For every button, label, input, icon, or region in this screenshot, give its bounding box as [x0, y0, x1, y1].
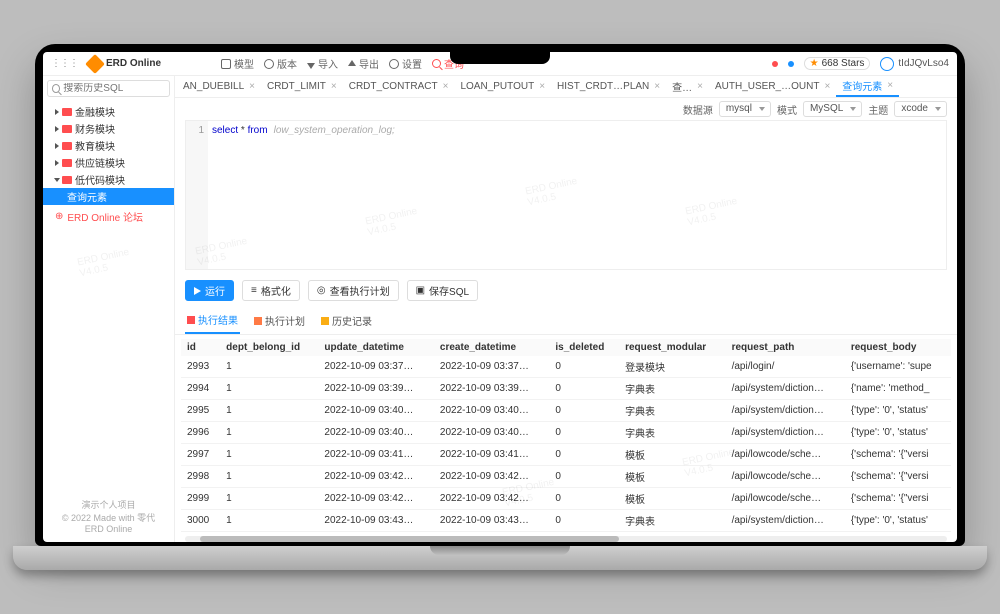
github-stars[interactable]: ★668 Stars [804, 57, 871, 70]
horizontal-scrollbar[interactable] [185, 536, 947, 542]
search-input[interactable] [63, 83, 165, 94]
sidebar-item-accounting[interactable]: 财务模块 [43, 120, 174, 137]
mode-select[interactable]: MySQL [803, 101, 862, 117]
tab-5[interactable]: 查…× [666, 76, 709, 97]
table-row[interactable]: 299912022-10-09 03:42…2022-10-09 03:42…0… [181, 488, 951, 510]
editor-tabs: AN_DUEBILL×CRDT_LIMIT×CRDT_CONTRACT×LOAN… [175, 76, 957, 98]
brand-name: ERD Online [106, 58, 161, 69]
col-id[interactable]: id [181, 339, 220, 356]
sidebar-item-query-elements[interactable]: 查询元素 [43, 188, 174, 205]
tb-model[interactable]: 模型 [221, 56, 254, 71]
theme-label: 主题 [868, 102, 888, 117]
table-row[interactable]: 300112022-10-09 03:44…2022-10-09 03:44…0… [181, 532, 951, 535]
format-button[interactable]: ≡格式化 [242, 280, 300, 301]
import-icon [307, 63, 315, 69]
explain-button[interactable]: ◎查看执行计划 [308, 280, 399, 301]
col-request_body[interactable]: request_body [845, 339, 951, 356]
search-icon [52, 84, 60, 93]
link-icon: ⊕ [55, 211, 63, 222]
result-table: iddept_belong_idupdate_datetimecreate_da… [181, 339, 951, 534]
sidebar-footer: 演示个人项目 © 2022 Made with 零代 ERD Online [43, 492, 174, 542]
sidebar-item-lowcode[interactable]: 低代码模块 [43, 171, 174, 188]
col-dept_belong_id[interactable]: dept_belong_id [220, 339, 318, 356]
scrollbar-thumb[interactable] [200, 536, 619, 542]
gear-icon [389, 59, 399, 69]
avatar-icon [880, 57, 894, 71]
close-icon[interactable]: × [654, 81, 660, 92]
theme-select[interactable]: xcode [894, 101, 947, 117]
folder-icon [62, 176, 72, 184]
code-line: select * from low_system_operation_log; [186, 121, 946, 136]
folder-icon [62, 108, 72, 116]
close-icon[interactable]: × [249, 81, 255, 92]
format-icon: ≡ [251, 285, 257, 296]
col-update_datetime[interactable]: update_datetime [318, 339, 433, 356]
close-icon[interactable]: × [824, 81, 830, 92]
sql-history-search[interactable] [47, 80, 170, 97]
tb-export[interactable]: 导出 [348, 56, 379, 71]
model-icon [221, 59, 231, 69]
plan-icon [254, 317, 262, 325]
close-icon[interactable]: × [887, 80, 893, 91]
sidebar-item-education[interactable]: 教育模块 [43, 137, 174, 154]
tab-0[interactable]: AN_DUEBILL× [177, 76, 261, 97]
tb-settings[interactable]: 设置 [389, 56, 422, 71]
logo-icon [85, 54, 105, 74]
result-icon [187, 316, 195, 324]
eye-icon: ◎ [317, 285, 326, 296]
play-icon [194, 287, 201, 295]
tab-history[interactable]: 历史记录 [319, 307, 374, 334]
col-request_modular[interactable]: request_modular [619, 339, 726, 356]
status-dot-red[interactable] [772, 61, 778, 67]
table-row[interactable]: 300012022-10-09 03:43…2022-10-09 03:43…0… [181, 510, 951, 532]
table-row[interactable]: 299812022-10-09 03:42…2022-10-09 03:42…0… [181, 466, 951, 488]
search-icon [432, 59, 441, 68]
col-request_path[interactable]: request_path [726, 339, 845, 356]
save-icon: ▣ [416, 285, 425, 296]
tb-import[interactable]: 导入 [307, 56, 338, 71]
brand-logo: ERD Online [88, 57, 161, 71]
tab-1[interactable]: CRDT_LIMIT× [261, 76, 343, 97]
forum-link[interactable]: ⊕ERD Online 论坛 [43, 205, 174, 228]
table-row[interactable]: 299612022-10-09 03:40…2022-10-09 03:40…0… [181, 422, 951, 444]
user-menu[interactable]: tIdJQvLso4 [880, 57, 949, 71]
line-number: 1 [186, 125, 204, 136]
datasource-select[interactable]: mysql [719, 101, 771, 117]
close-icon[interactable]: × [697, 81, 703, 92]
star-icon: ★ [810, 58, 819, 69]
tab-4[interactable]: HIST_CRDT…PLAN× [551, 76, 666, 97]
close-icon[interactable]: × [539, 81, 545, 92]
history-icon [321, 317, 329, 325]
tab-plan[interactable]: 执行计划 [252, 307, 307, 334]
col-is_deleted[interactable]: is_deleted [549, 339, 619, 356]
sidebar-item-supply[interactable]: 供应链模块 [43, 154, 174, 171]
table-row[interactable]: 299312022-10-09 03:37…2022-10-09 03:37…0… [181, 356, 951, 378]
apps-icon[interactable]: ⋮⋮⋮ [51, 58, 78, 69]
datasource-label: 数据源 [683, 102, 713, 117]
folder-icon [62, 125, 72, 133]
sidebar-item-finance[interactable]: 金融模块 [43, 103, 174, 120]
folder-icon [62, 159, 72, 167]
folder-icon [62, 142, 72, 150]
result-table-wrap[interactable]: iddept_belong_idupdate_datetimecreate_da… [181, 339, 951, 534]
sql-editor[interactable]: 1 select * from low_system_operation_log… [185, 120, 947, 270]
tab-6[interactable]: AUTH_USER_…OUNT× [709, 76, 836, 97]
tb-version[interactable]: 版本 [264, 56, 297, 71]
tab-3[interactable]: LOAN_PUTOUT× [454, 76, 551, 97]
mode-label: 模式 [777, 102, 797, 117]
table-row[interactable]: 299412022-10-09 03:39…2022-10-09 03:39…0… [181, 378, 951, 400]
status-dot-blue[interactable] [788, 61, 794, 67]
tab-7[interactable]: 查询元素× [836, 76, 899, 97]
tab-2[interactable]: CRDT_CONTRACT× [343, 76, 455, 97]
version-icon [264, 59, 274, 69]
close-icon[interactable]: × [443, 81, 449, 92]
run-button[interactable]: 运行 [185, 280, 234, 301]
tab-result[interactable]: 执行结果 [185, 307, 240, 334]
save-sql-button[interactable]: ▣保存SQL [407, 280, 478, 301]
export-icon [348, 60, 356, 66]
table-row[interactable]: 299712022-10-09 03:41…2022-10-09 03:41…0… [181, 444, 951, 466]
table-row[interactable]: 299512022-10-09 03:40…2022-10-09 03:40…0… [181, 400, 951, 422]
col-create_datetime[interactable]: create_datetime [434, 339, 549, 356]
close-icon[interactable]: × [331, 81, 337, 92]
